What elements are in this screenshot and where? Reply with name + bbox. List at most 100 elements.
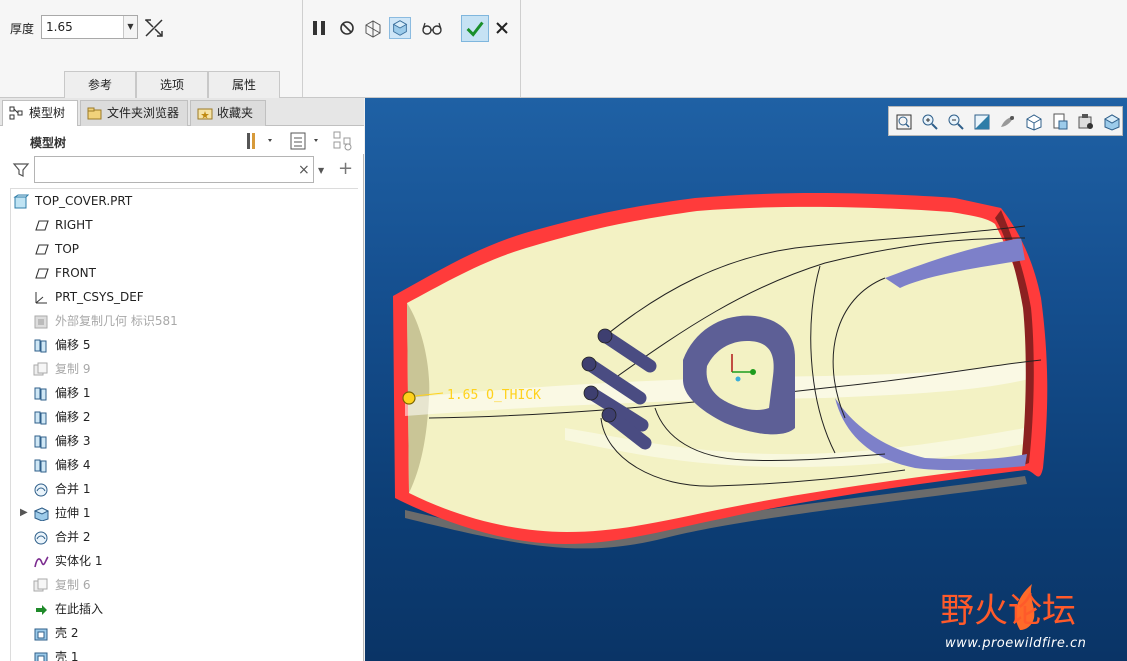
tree-node-label: 壳 1 <box>55 650 79 661</box>
tree-node[interactable]: TOP_COVER.PRT <box>11 189 357 213</box>
appearance-icon[interactable] <box>1102 112 1122 132</box>
offset-icon <box>34 459 47 473</box>
tree-node[interactable]: 实体化 1 <box>11 549 357 573</box>
tree-node[interactable]: 复制 6 <box>11 573 357 597</box>
tree-node[interactable]: PRT_CSYS_DEF <box>11 285 357 309</box>
tree-node[interactable]: ▶ 拉伸 1 <box>11 501 357 525</box>
tree-node-label: 外部复制几何 标识581 <box>55 314 178 328</box>
tree-filter-row: × ▼ + <box>0 155 364 185</box>
tree-node-label: 复制 6 <box>55 578 91 592</box>
clear-icon[interactable]: × <box>298 162 310 178</box>
pause-icon[interactable] <box>308 17 330 39</box>
tree-node-label: 实体化 1 <box>55 554 103 568</box>
tab-label: 文件夹浏览器 <box>107 106 180 120</box>
tree-node-label: 偏移 3 <box>55 434 91 448</box>
solidify-icon <box>34 556 49 568</box>
offset-icon <box>34 387 47 401</box>
favorites-icon <box>197 108 213 120</box>
perspective-icon[interactable] <box>1076 112 1096 132</box>
tree-node[interactable]: 壳 1 <box>11 645 357 661</box>
external-copy-icon <box>34 315 48 329</box>
glasses-icon[interactable] <box>421 17 443 39</box>
preview-geometry-icon[interactable] <box>362 17 384 39</box>
tab-properties[interactable]: 属性 <box>208 71 280 98</box>
tree-title: 模型树 <box>30 136 67 150</box>
tree-node[interactable]: 偏移 3 <box>11 429 357 453</box>
view-manager-icon[interactable] <box>1050 112 1070 132</box>
tree-node[interactable]: 壳 2 <box>11 621 357 645</box>
tree-node-label: 偏移 5 <box>55 338 91 352</box>
tab-model-tree[interactable]: 模型树 <box>2 100 78 127</box>
graphics-window[interactable]: 1.65 O_THICK 野火论坛 www.proewildfire.cn <box>365 98 1127 661</box>
tree-node[interactable]: 偏移 5 <box>11 333 357 357</box>
tree-node[interactable]: 外部复制几何 标识581 <box>11 309 357 333</box>
tree-node[interactable]: TOP <box>11 237 357 261</box>
part-icon <box>13 194 29 209</box>
tree-header: 模型树 <box>0 126 364 154</box>
thickness-value: 1.65 <box>46 20 73 34</box>
tree-node[interactable]: 复制 9 <box>11 357 357 381</box>
shell-icon <box>34 628 48 641</box>
tree-node-label: 拉伸 1 <box>55 506 91 520</box>
zoom-out-icon[interactable] <box>946 112 966 132</box>
tree-node-label: PRT_CSYS_DEF <box>55 290 144 304</box>
tree-node-label: 偏移 4 <box>55 458 91 472</box>
tab-options[interactable]: 选项 <box>136 71 208 98</box>
tree-node[interactable]: FRONT <box>11 261 357 285</box>
display-style-icon[interactable] <box>998 112 1018 132</box>
tree-search-input[interactable] <box>34 156 314 183</box>
tab-label: 收藏夹 <box>217 106 254 120</box>
tree-node-label: 壳 2 <box>55 626 79 640</box>
model-tree: TOP_COVER.PRT RIGHT TOP FRONT PRT_CSYS_DEF 外部… <box>10 188 358 661</box>
tree-node[interactable]: 偏移 1 <box>11 381 357 405</box>
tree-node[interactable]: RIGHT <box>11 213 357 237</box>
extrude-icon <box>33 507 49 521</box>
datum-plane-icon <box>35 268 49 279</box>
zoom-in-icon[interactable] <box>920 112 940 132</box>
repaint-icon[interactable] <box>972 112 992 132</box>
watermark-url: www.proewildfire.cn <box>945 636 1087 651</box>
tree-node-label: 复制 9 <box>55 362 91 376</box>
view-toolbar <box>888 106 1123 136</box>
chevron-down-icon[interactable]: ▼ <box>318 166 324 175</box>
refit-icon[interactable] <box>894 112 914 132</box>
tree-node[interactable]: 在此插入 <box>11 597 357 621</box>
tree-node[interactable]: 合并 2 <box>11 525 357 549</box>
saved-views-icon[interactable] <box>1024 112 1044 132</box>
datum-plane-icon <box>35 244 49 255</box>
tree-settings-icon[interactable] <box>244 131 274 151</box>
dashboard-divider <box>520 0 521 97</box>
tree-node-label: TOP <box>55 242 80 256</box>
merge-icon <box>34 531 48 545</box>
tab-favorites[interactable]: 收藏夹 <box>190 100 266 126</box>
dimension-label[interactable]: 1.65 O_THICK <box>447 388 541 403</box>
add-icon[interactable]: + <box>338 158 353 179</box>
chevron-down-icon[interactable]: ▼ <box>123 16 137 38</box>
check-icon[interactable] <box>461 15 489 42</box>
merge-icon <box>34 483 48 497</box>
tree-node-label: 在此插入 <box>55 602 104 616</box>
filter-icon[interactable] <box>12 161 30 179</box>
shell-icon <box>34 652 48 661</box>
model-tree-icon <box>9 106 23 120</box>
tab-references[interactable]: 参考 <box>64 71 136 98</box>
tree-node[interactable]: 合并 1 <box>11 477 357 501</box>
tree-display-icon[interactable] <box>332 130 354 152</box>
close-icon[interactable] <box>494 20 510 36</box>
thickness-input[interactable]: 1.65 ▼ <box>41 15 138 39</box>
tree-node[interactable]: 偏移 2 <box>11 405 357 429</box>
verify-view-icon[interactable] <box>389 17 411 39</box>
tree-node[interactable]: 偏移 4 <box>11 453 357 477</box>
expand-arrow-icon[interactable]: ▶ <box>20 501 28 525</box>
tab-folder-browser[interactable]: 文件夹浏览器 <box>80 100 188 126</box>
tab-label: 模型树 <box>29 106 66 120</box>
thickness-label: 厚度 <box>10 22 35 36</box>
offset-icon <box>34 339 47 353</box>
flip-direction-icon[interactable] <box>143 17 165 39</box>
tree-node-label: TOP_COVER.PRT <box>35 194 133 208</box>
navigator-panel: 模型树 文件夹浏览器 收藏夹 模型树 × ▼ + TOP_COVER.PRT R… <box>0 98 364 661</box>
folder-browser-icon <box>87 107 102 120</box>
tree-columns-icon[interactable] <box>288 131 322 151</box>
tree-node-label: 偏移 2 <box>55 410 91 424</box>
no-preview-icon[interactable] <box>336 17 358 39</box>
